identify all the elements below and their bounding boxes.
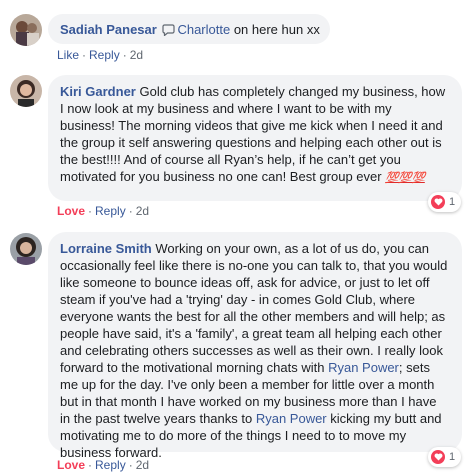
comment-text: Working on your own, as a lot of us do, … <box>60 241 448 375</box>
messenger-icon <box>162 23 176 40</box>
love-button[interactable]: Love <box>57 458 85 472</box>
mention-link[interactable]: Charlotte <box>177 22 230 37</box>
like-button[interactable]: Like <box>57 48 79 62</box>
heart-reaction-icon <box>431 195 445 209</box>
comment-lorraine: Lorraine Smith Working on your own, as a… <box>0 220 475 472</box>
comment-kiri: Kiri Gardner Gold club has completely ch… <box>0 66 475 220</box>
comment-text: on here hun xx <box>230 22 320 37</box>
hundred-points-emoji: 💯💯💯 <box>385 172 425 184</box>
comment-bubble: Lorraine Smith Working on your own, as a… <box>48 232 462 460</box>
avatar[interactable] <box>10 14 42 46</box>
timestamp[interactable]: 2d <box>136 458 149 472</box>
reply-button[interactable]: Reply <box>95 458 126 472</box>
avatar[interactable] <box>10 75 42 107</box>
comment-author[interactable]: Lorraine Smith <box>60 241 152 256</box>
comment-bubble: Sadiah Panesar Charlotte on here hun xx <box>48 14 330 44</box>
love-button[interactable]: Love <box>57 204 85 218</box>
comment-sadiah: Sadiah Panesar Charlotte on here hun xx … <box>0 0 475 66</box>
reaction-count[interactable]: 1 <box>428 192 462 212</box>
comment-text: Gold club has completely changed my busi… <box>60 84 446 184</box>
comment-author[interactable]: Kiri Gardner <box>60 84 136 99</box>
reaction-count[interactable]: 1 <box>428 447 462 467</box>
reaction-number: 1 <box>449 196 456 208</box>
reply-button[interactable]: Reply <box>95 204 126 218</box>
comment-author[interactable]: Sadiah Panesar <box>60 22 157 37</box>
comment-actions: Like · Reply · 2d <box>57 48 144 62</box>
heart-reaction-icon <box>431 450 445 464</box>
comment-actions: Love · Reply · 2d <box>57 204 150 218</box>
timestamp[interactable]: 2d <box>130 48 143 62</box>
comment-bubble: Kiri Gardner Gold club has completely ch… <box>48 75 462 201</box>
avatar[interactable] <box>10 233 42 265</box>
timestamp[interactable]: 2d <box>136 204 149 218</box>
mention-link[interactable]: Ryan Power <box>256 411 327 426</box>
mention-link[interactable]: Ryan Power <box>328 360 399 375</box>
reaction-number: 1 <box>449 451 456 463</box>
comment-actions: Love · Reply · 2d <box>57 458 150 472</box>
reply-button[interactable]: Reply <box>89 48 120 62</box>
